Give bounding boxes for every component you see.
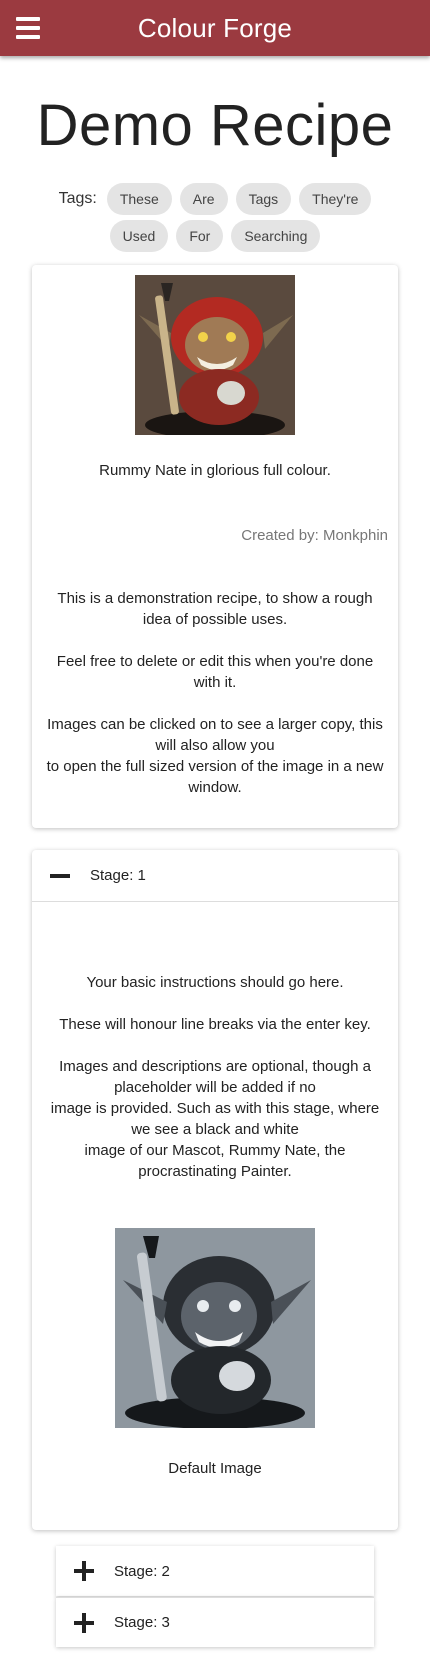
instruction-line: image of our Mascot, Rummy Nate, the pro… (84, 1142, 346, 1180)
main-image-caption: Rummy Nate in glorious full colour. (99, 462, 331, 479)
stage-1-instructions: Your basic instructions should go here. … (42, 972, 388, 1182)
stage-2-header[interactable]: Stage: 2 (56, 1546, 374, 1596)
stage-2-label: Stage: 2 (114, 1562, 170, 1580)
instruction-line: Images and descriptions are optional, th… (59, 1058, 371, 1096)
tag-chip-used[interactable]: Used (109, 220, 169, 252)
stage-3-header[interactable]: Stage: 3 (56, 1597, 374, 1647)
goblin-painter-bw-illustration (115, 1228, 315, 1428)
tag-list: Tags: These Are Tags They're Used For Se… (20, 183, 410, 257)
page-title: Demo Recipe (36, 93, 394, 158)
stage-1-image-caption: Default Image (168, 1460, 262, 1477)
tag-chip-tags[interactable]: Tags (235, 183, 292, 215)
stage-1-label: Stage: 1 (90, 867, 146, 884)
app-bar: Colour Forge (0, 0, 430, 56)
recipe-description: This is a demonstration recipe, to show … (42, 588, 388, 798)
expand-plus-icon (74, 1612, 94, 1633)
description-paragraph: This is a demonstration recipe, to show … (57, 590, 373, 628)
tag-chip-these[interactable]: These (106, 183, 172, 215)
tag-chip-are[interactable]: Are (179, 183, 228, 215)
stage-1-image[interactable] (115, 1228, 315, 1428)
instruction-line: image is provided. Such as with this sta… (50, 1100, 380, 1138)
goblin-painter-color-illustration (135, 275, 295, 435)
hamburger-menu-icon[interactable] (14, 15, 42, 41)
stage-1-header[interactable]: Stage: 1 (32, 850, 398, 902)
collapse-minus-icon (50, 873, 70, 878)
recipe-summary-card: Rummy Nate in glorious full colour. Crea… (32, 265, 398, 828)
tag-chip-theyre[interactable]: They're (299, 183, 372, 215)
app-title: Colour Forge (137, 12, 293, 43)
expand-plus-icon (74, 1561, 94, 1581)
tag-chip-for[interactable]: For (176, 220, 224, 252)
instruction-paragraph: These will honour line breaks via the en… (59, 1016, 371, 1033)
created-by-label: Created by: Monkphin (241, 527, 388, 544)
description-line: Images can be clicked on to see a larger… (47, 716, 383, 754)
instruction-paragraph: Your basic instructions should go here. (86, 974, 344, 991)
recipe-main-image[interactable] (135, 275, 295, 435)
tag-chip-searching[interactable]: Searching (231, 220, 321, 252)
stage-3-label: Stage: 3 (114, 1614, 170, 1631)
stage-1-panel: Stage: 1 Your basic instructions should … (32, 850, 398, 1530)
description-line: to open the full sized version of the im… (46, 758, 384, 796)
tags-label: Tags: (58, 190, 97, 207)
description-paragraph: Feel free to delete or edit this when yo… (56, 653, 374, 691)
